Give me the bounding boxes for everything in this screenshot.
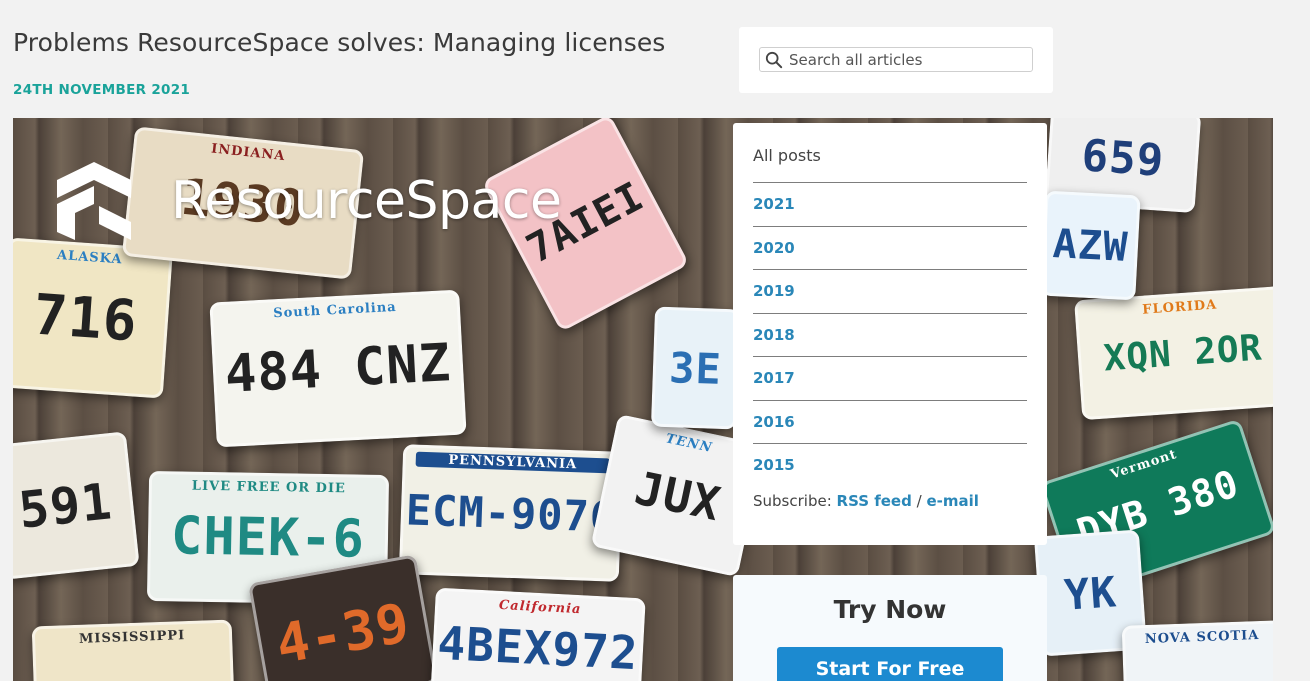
archive-title: All posts: [753, 145, 1027, 183]
license-plate: South Carolina 484 CNZ: [209, 289, 467, 448]
license-plate: ALASKA 716: [13, 237, 174, 399]
archive-year-link[interactable]: 2021: [753, 183, 1027, 227]
plate-number: AZW: [1051, 220, 1130, 271]
archive-year-link[interactable]: 2019: [753, 270, 1027, 314]
plate-number: CHEK-6: [170, 506, 366, 570]
license-plate: MISSISSIPPI: [31, 619, 235, 681]
post-title: Problems ResourceSpace solves: Managing …: [13, 28, 666, 57]
plate-number: 4-39: [271, 590, 415, 676]
resourcespace-logo-icon: [57, 162, 131, 240]
license-plate: AZW: [1040, 190, 1141, 301]
plate-state: MISSISSIPPI: [78, 628, 186, 647]
plate-number: 4BEX972: [436, 615, 640, 681]
logo-wordmark: ResourceSpace: [171, 171, 562, 231]
archive-year-link[interactable]: 2017: [753, 357, 1027, 401]
search-card: [739, 27, 1053, 93]
plate-number: 716: [31, 281, 140, 355]
license-plate: PENNSYLVANIA ECM-9076: [398, 444, 624, 582]
plate-state: South Carolina: [272, 299, 398, 322]
try-now-card: Try Now Start For Free: [733, 575, 1047, 681]
plate-state: PENNSYLVANIA: [415, 451, 610, 474]
plate-state: NOVA SCOTIA: [1144, 628, 1260, 648]
plate-number: XQN 2OR: [1102, 327, 1264, 379]
search-box[interactable]: [759, 47, 1033, 72]
archive-year-link[interactable]: 2020: [753, 227, 1027, 270]
plate-number: YK: [1062, 566, 1119, 620]
plate-number: 659: [1080, 129, 1166, 187]
plate-number: JUX: [630, 460, 726, 531]
start-for-free-button[interactable]: Start For Free: [777, 647, 1003, 681]
plate-number: ECM-9076: [405, 484, 617, 542]
hero-image: South Carolina 484 CNZ LIVE FREE OR DIE …: [13, 118, 1273, 681]
subscribe-label: Subscribe:: [753, 491, 832, 510]
try-now-title: Try Now: [833, 595, 947, 624]
post-date: 24TH NOVEMBER 2021: [13, 82, 191, 98]
subscribe-row: Subscribe: RSS feed / e-mail: [753, 492, 1027, 510]
plate-number: 484 CNZ: [223, 332, 453, 405]
archive-year-link[interactable]: 2018: [753, 314, 1027, 357]
archive-year-link[interactable]: 2015: [753, 444, 1027, 488]
subscribe-separator: /: [916, 491, 922, 510]
rss-feed-link[interactable]: RSS feed: [837, 492, 912, 510]
license-plate: NOVA SCOTIA: [1121, 620, 1273, 681]
plate-number: 3E: [668, 342, 723, 394]
resourcespace-logo: ResourceSpace: [53, 160, 562, 242]
plate-state: LIVE FREE OR DIE: [191, 478, 347, 497]
license-plate: 591: [13, 431, 140, 580]
archive-year-link[interactable]: 2016: [753, 401, 1027, 444]
search-input[interactable]: [789, 50, 1019, 69]
search-icon[interactable]: [765, 51, 783, 69]
license-plate: FLORIDA XQN 2OR: [1074, 285, 1273, 421]
archive-card: All posts 2021 2020 2019 2018 2017 2016 …: [733, 123, 1047, 545]
plate-number: 591: [16, 471, 115, 540]
email-subscribe-link[interactable]: e-mail: [926, 492, 978, 510]
license-plate: California 4BEX972: [430, 587, 646, 681]
license-plate: 3E: [650, 306, 741, 430]
